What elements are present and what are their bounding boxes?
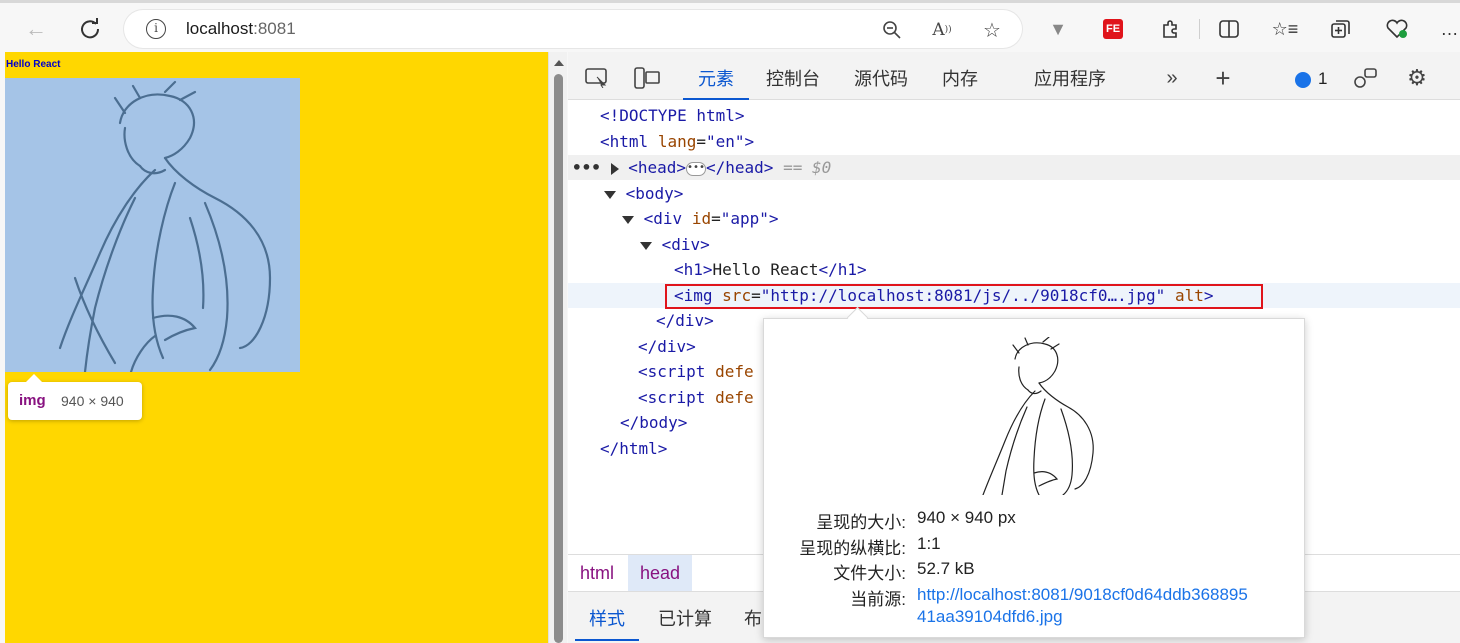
device-emulation-icon[interactable] [633, 64, 661, 92]
browser-toolbar: ← i localhost:8081 A)) ☆ ▼ FE ☆≡ … [0, 0, 1460, 52]
extensions-puzzle-icon[interactable] [1154, 13, 1186, 45]
dom-node-head[interactable]: ••• <head>•••</head> == $0 [568, 155, 1460, 180]
page-scrollbar[interactable] [548, 52, 567, 643]
back-icon[interactable]: ← [20, 13, 52, 45]
read-aloud-icon[interactable]: A)) [930, 18, 954, 42]
image-preview-popover: 呈现的大小: 940 × 940 px 呈现的纵横比: 1:1 文件大小: 52… [763, 318, 1305, 638]
toolbar-separator [1199, 19, 1200, 39]
dom-node-body[interactable]: <body> [568, 181, 1460, 206]
tab-memory[interactable]: 内存 [942, 65, 978, 91]
refresh-icon[interactable] [74, 13, 106, 45]
page-viewport: Hello React img 940 × 940 [5, 52, 548, 643]
favorites-icon[interactable]: ☆≡ [1269, 13, 1301, 45]
dom-node-div-app[interactable]: <div id="app"> [568, 206, 1460, 231]
devtools-tab-bar: 元素 控制台 源代码 内存 应用程序 » + 1 ⚙ [568, 52, 1460, 100]
collapse-triangle-icon[interactable] [604, 190, 616, 199]
tab-styles[interactable]: 样式 [575, 605, 639, 641]
tab-elements[interactable]: 元素 [683, 65, 749, 100]
highlight-box [665, 284, 1263, 309]
split-screen-icon[interactable] [1213, 13, 1245, 45]
tab-computed[interactable]: 已计算 [658, 605, 712, 631]
collapse-triangle-icon[interactable] [640, 241, 652, 250]
preview-source-link-cont[interactable]: 41aa39104dfd6.jpg [917, 607, 1063, 627]
dom-node-html[interactable]: <html lang="en"> [568, 129, 1460, 154]
feedback-icon[interactable] [1351, 64, 1379, 92]
breadcrumb-html[interactable]: html [568, 555, 626, 591]
settings-gear-icon[interactable]: ⚙ [1403, 64, 1431, 92]
fe-extension-icon[interactable]: FE [1097, 13, 1129, 45]
tab-sources[interactable]: 源代码 [854, 65, 908, 91]
dom-node-doctype[interactable]: <!DOCTYPE html> [568, 103, 1460, 128]
ellipsis-icon[interactable]: ••• [685, 161, 706, 176]
favorite-star-icon[interactable]: ☆ [980, 18, 1004, 42]
inspect-element-icon[interactable] [583, 64, 611, 92]
page-heading: Hello React [6, 59, 61, 70]
collapse-triangle-icon[interactable] [622, 215, 634, 224]
expand-triangle-icon[interactable] [610, 162, 619, 175]
tab-application[interactable]: 应用程序 [1034, 65, 1106, 91]
zoom-icon[interactable] [880, 18, 904, 42]
more-menu-icon[interactable]: … [1434, 13, 1460, 45]
browser-essentials-icon[interactable] [1381, 13, 1413, 45]
issues-count[interactable]: 1 [1318, 69, 1327, 89]
add-tab-plus-icon[interactable]: + [1209, 63, 1237, 93]
element-inspect-tooltip: img 940 × 940 [8, 374, 142, 420]
scroll-up-arrow-icon[interactable] [554, 60, 564, 66]
dom-node-div[interactable]: <div> [568, 232, 1460, 257]
issues-icon[interactable] [1295, 72, 1311, 88]
preview-source-link[interactable]: http://localhost:8081/9018cf0d64ddb36889… [917, 585, 1248, 605]
breadcrumb-head[interactable]: head [628, 555, 693, 591]
site-info-icon[interactable]: i [146, 19, 166, 39]
tab-layout[interactable]: 布 [744, 605, 762, 631]
dom-node-h1[interactable]: <h1>Hello React</h1> [568, 257, 1460, 282]
tab-console[interactable]: 控制台 [766, 65, 820, 91]
address-url[interactable]: localhost:8081 [186, 19, 296, 39]
collections-icon[interactable] [1325, 13, 1357, 45]
page-image[interactable] [5, 78, 300, 372]
vue-devtools-icon[interactable]: ▼ [1042, 13, 1074, 45]
preview-thumbnail [973, 336, 1097, 496]
address-bar[interactable]: i localhost:8081 A)) ☆ [124, 10, 1022, 48]
more-tabs-chevron-icon[interactable]: » [1158, 64, 1186, 92]
scrollbar-thumb[interactable] [554, 74, 563, 643]
